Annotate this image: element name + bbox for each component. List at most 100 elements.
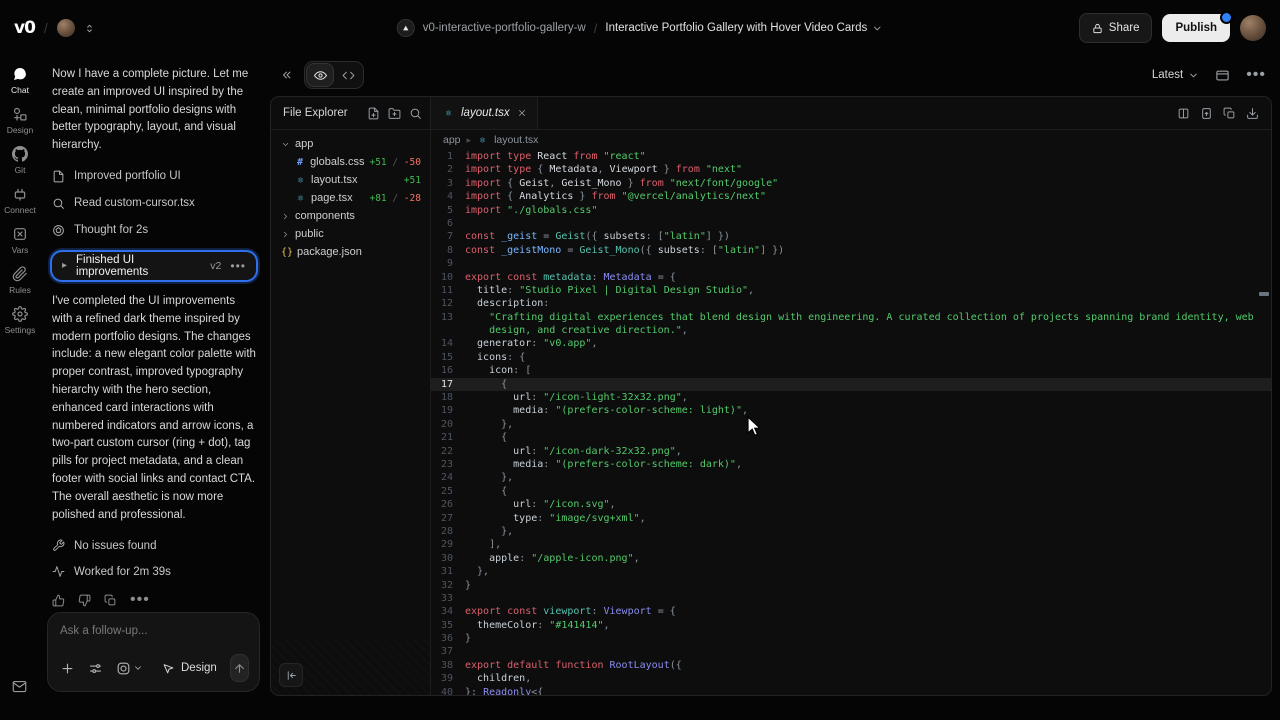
code-line[interactable]: design, and creative direction.", <box>431 324 1271 337</box>
chevrons-left-icon[interactable] <box>280 68 294 82</box>
code-line[interactable]: 12 description: <box>431 297 1271 310</box>
code-line[interactable]: 24 }, <box>431 471 1271 484</box>
code-line[interactable]: 20 }, <box>431 418 1271 431</box>
sidebar-item-chat[interactable]: Chat <box>11 66 29 95</box>
code-line[interactable]: 8const _geistMono = Geist_Mono({ subsets… <box>431 244 1271 257</box>
code-line[interactable]: 28 }, <box>431 525 1271 538</box>
tree-item-components[interactable]: components <box>271 207 430 225</box>
copy-icon[interactable] <box>104 594 117 607</box>
code-line[interactable]: 11 title: "Studio Pixel | Digital Design… <box>431 284 1271 297</box>
add-attachment-icon[interactable] <box>60 661 75 676</box>
code-line[interactable]: 27 type: "image/svg+xml", <box>431 512 1271 525</box>
code-line[interactable]: 26 url: "/icon.svg", <box>431 498 1271 511</box>
sidebar-item-settings[interactable]: Settings <box>5 306 36 335</box>
close-tab-icon[interactable] <box>517 108 527 118</box>
code-line[interactable]: 19 media: "(prefers-color-scheme: light)… <box>431 404 1271 417</box>
breadcrumb-file[interactable]: layout.tsx <box>494 134 538 146</box>
code-line[interactable]: 36} <box>431 632 1271 645</box>
tree-item-layout.tsx[interactable]: ⚛layout.tsx+51 <box>271 171 430 189</box>
sidebar-item-design[interactable]: Design <box>7 106 33 135</box>
code-line[interactable]: 14 generator: "v0.app", <box>431 337 1271 350</box>
code-line[interactable]: 37 <box>431 645 1271 658</box>
ellipsis-icon[interactable]: ••• <box>130 591 150 609</box>
code-line[interactable]: 32} <box>431 579 1271 592</box>
new-folder-icon[interactable] <box>388 107 401 120</box>
more-options-icon[interactable]: ••• <box>1246 66 1266 84</box>
tool-step[interactable]: Improved portfolio UI <box>52 170 258 183</box>
code-line[interactable]: 31 }, <box>431 565 1271 578</box>
code-line[interactable]: 9 <box>431 257 1271 270</box>
code-line[interactable]: 18 url: "/icon-light-32x32.png", <box>431 391 1271 404</box>
code-toggle[interactable] <box>335 64 361 86</box>
thumbs-down-icon[interactable] <box>78 594 91 607</box>
code-line[interactable]: 7const _geist = Geist({ subsets: ["latin… <box>431 230 1271 243</box>
export-file-icon[interactable] <box>1200 107 1213 120</box>
thumbs-up-icon[interactable] <box>52 594 65 607</box>
version-selector[interactable]: Latest <box>1152 69 1199 81</box>
download-icon[interactable] <box>1246 107 1259 120</box>
code-line[interactable]: 30 apple: "/apple-icon.png", <box>431 552 1271 565</box>
v0-logo[interactable]: v0 <box>14 18 35 38</box>
preview-toggle[interactable] <box>307 64 333 86</box>
source-selector[interactable] <box>116 661 143 676</box>
tree-item-package.json[interactable]: {}package.json <box>271 243 430 261</box>
follow-up-composer[interactable]: Ask a follow-up... Design <box>47 612 260 692</box>
split-view-icon[interactable] <box>1177 107 1190 120</box>
new-file-icon[interactable] <box>367 107 380 120</box>
chat-title-dropdown[interactable]: Interactive Portfolio Gallery with Hover… <box>605 22 883 34</box>
code-line[interactable]: 3import { Geist, Geist_Mono } from "next… <box>431 177 1271 190</box>
copy-icon[interactable] <box>1223 107 1236 120</box>
code-line[interactable]: 29 ], <box>431 538 1271 551</box>
share-button[interactable]: Share <box>1079 13 1153 43</box>
tree-item-public[interactable]: public <box>271 225 430 243</box>
code-line[interactable]: 13 "Crafting digital experiences that bl… <box>431 311 1271 324</box>
code-line[interactable]: 22 url: "/icon-dark-32x32.png", <box>431 445 1271 458</box>
project-name[interactable]: v0-interactive-portfolio-gallery-w <box>423 22 586 34</box>
code-line[interactable]: 21 { <box>431 431 1271 444</box>
publish-button[interactable]: Publish <box>1162 14 1230 42</box>
collapse-explorer-button[interactable] <box>279 663 303 687</box>
browser-icon[interactable] <box>1215 68 1230 83</box>
sidebar-item-git[interactable]: Git <box>12 146 28 175</box>
code-line[interactable]: 34export const viewport: Viewport = { <box>431 605 1271 618</box>
sidebar-item-rules[interactable]: Rules <box>9 266 31 295</box>
code-line[interactable]: 33 <box>431 592 1271 605</box>
code-line[interactable]: 39 children, <box>431 672 1271 685</box>
tool-step[interactable]: Read custom-cursor.tsx <box>52 197 258 210</box>
code-line[interactable]: 23 media: "(prefers-color-scheme: dark)"… <box>431 458 1271 471</box>
code-line[interactable]: 25 { <box>431 485 1271 498</box>
code-line[interactable]: 15 icons: { <box>431 351 1271 364</box>
tree-item-globals.css[interactable]: #globals.css+51 / -50 <box>271 153 430 171</box>
code-line[interactable]: 35 themeColor: "#141414", <box>431 619 1271 632</box>
code-line[interactable]: 5import "./globals.css" <box>431 204 1271 217</box>
search-icon[interactable] <box>409 107 422 120</box>
tree-item-page.tsx[interactable]: ⚛page.tsx+81 / -28 <box>271 189 430 207</box>
code-line[interactable]: 16 icon: [ <box>431 364 1271 377</box>
scrollbar-thumb[interactable] <box>1259 292 1269 296</box>
breadcrumb-folder[interactable]: app <box>443 134 461 146</box>
mail-icon[interactable] <box>12 679 27 694</box>
code-line[interactable]: 2import type { Metadata, Viewport } from… <box>431 163 1271 176</box>
code-line[interactable]: 17 { <box>431 378 1271 391</box>
tree-item-app[interactable]: app <box>271 135 430 153</box>
tab-layout-tsx[interactable]: ⚛ layout.tsx <box>431 97 538 129</box>
vercel-project-icon[interactable] <box>397 19 415 37</box>
code-line[interactable]: 6 <box>431 217 1271 230</box>
code-line[interactable]: 40}: Readonly<{ <box>431 686 1271 695</box>
code-line[interactable]: 10export const metadata: Metadata = { <box>431 271 1271 284</box>
sidebar-item-vars[interactable]: Vars <box>12 226 29 255</box>
design-mode-toggle[interactable]: Design <box>162 662 217 675</box>
send-button[interactable] <box>230 654 249 682</box>
user-avatar[interactable] <box>57 19 75 37</box>
account-avatar[interactable] <box>1240 15 1266 41</box>
tool-step[interactable]: Thought for 2s <box>52 224 258 237</box>
code-line[interactable]: 38export default function RootLayout({ <box>431 659 1271 672</box>
settings-sliders-icon[interactable] <box>88 661 103 676</box>
code-area[interactable]: 1import type React from "react"2import t… <box>431 150 1271 695</box>
version-card[interactable]: ▸ Finished UI improvements v2 ••• <box>52 252 256 280</box>
workspace-switcher-icon[interactable] <box>84 23 95 34</box>
more-menu-icon[interactable]: ••• <box>230 259 246 273</box>
sidebar-item-connect[interactable]: Connect <box>4 186 36 215</box>
code-line[interactable]: 4import { Analytics } from "@vercel/anal… <box>431 190 1271 203</box>
code-line[interactable]: 1import type React from "react" <box>431 150 1271 163</box>
